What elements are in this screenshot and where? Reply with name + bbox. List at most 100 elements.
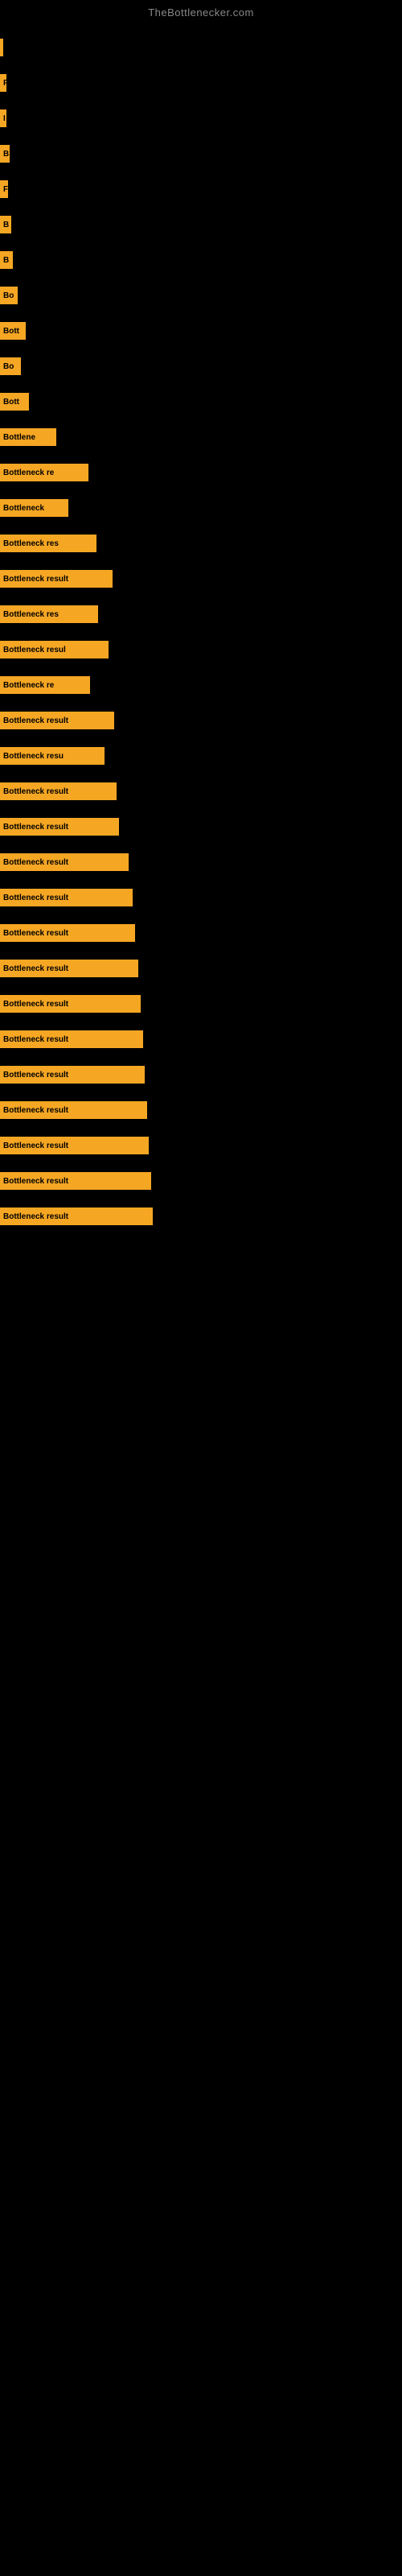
bar-label-22: Bottleneck result [3, 823, 68, 832]
bar-row: Bottleneck result [0, 1199, 402, 1234]
bar-label-28: Bottleneck result [3, 1035, 68, 1044]
bar-21: Bottleneck result [0, 782, 117, 800]
bar-row: Bottleneck resul [0, 632, 402, 667]
bar-label-32: Bottleneck result [3, 1177, 68, 1186]
bar-11: Bottlene [0, 428, 56, 446]
bar-row: Bottleneck re [0, 667, 402, 703]
bar-15: Bottleneck result [0, 570, 113, 588]
bar-row: B [0, 207, 402, 242]
bar-label-14: Bottleneck res [3, 539, 59, 548]
bar-20: Bottleneck resu [0, 747, 105, 765]
bar-label-9: Bo [3, 362, 14, 371]
bar-label-18: Bottleneck re [3, 681, 54, 690]
bar-4: F [0, 180, 8, 198]
bar-row: Bottleneck result [0, 561, 402, 597]
bar-row: I [0, 101, 402, 136]
bar-row: | [0, 30, 402, 65]
bar-row: Bo [0, 349, 402, 384]
bar-22: Bottleneck result [0, 818, 119, 836]
bar-row: Bottleneck result [0, 844, 402, 880]
bar-10: Bott [0, 393, 29, 411]
bar-row: Bottleneck result [0, 915, 402, 951]
bar-label-3: B [3, 150, 9, 159]
bar-5: B [0, 216, 11, 233]
bar-8: Bott [0, 322, 26, 340]
bar-row: Bottleneck result [0, 703, 402, 738]
bar-label-20: Bottleneck resu [3, 752, 64, 761]
bar-label-5: B [3, 221, 9, 229]
bar-28: Bottleneck result [0, 1030, 143, 1048]
bar-31: Bottleneck result [0, 1137, 149, 1154]
bar-label-26: Bottleneck result [3, 964, 68, 973]
bar-32: Bottleneck result [0, 1172, 151, 1190]
bar-33: Bottleneck result [0, 1208, 153, 1225]
bar-7: Bo [0, 287, 18, 304]
bar-27: Bottleneck result [0, 995, 141, 1013]
bar-30: Bottleneck result [0, 1101, 147, 1119]
bar-row: Bottleneck result [0, 1092, 402, 1128]
bar-0: | [0, 39, 3, 56]
bar-9: Bo [0, 357, 21, 375]
bar-row: F [0, 171, 402, 207]
bar-label-15: Bottleneck result [3, 575, 68, 584]
bar-row: B [0, 242, 402, 278]
bar-label-17: Bottleneck resul [3, 646, 66, 654]
bar-row: Bottleneck result [0, 1022, 402, 1057]
bar-row: Bottleneck result [0, 1163, 402, 1199]
bar-18: Bottleneck re [0, 676, 90, 694]
bar-19: Bottleneck result [0, 712, 114, 729]
bar-label-23: Bottleneck result [3, 858, 68, 867]
bar-25: Bottleneck result [0, 924, 135, 942]
bar-row: Bottleneck [0, 490, 402, 526]
bar-6: B [0, 251, 13, 269]
bar-12: Bottleneck re [0, 464, 88, 481]
bar-label-12: Bottleneck re [3, 469, 54, 477]
bar-label-25: Bottleneck result [3, 929, 68, 938]
bar-29: Bottleneck result [0, 1066, 145, 1084]
bar-label-16: Bottleneck res [3, 610, 59, 619]
bar-label-29: Bottleneck result [3, 1071, 68, 1080]
bar-label-24: Bottleneck result [3, 894, 68, 902]
bar-row: Bottleneck result [0, 1057, 402, 1092]
bar-14: Bottleneck res [0, 535, 96, 552]
bar-2: I [0, 109, 6, 127]
bar-row: F [0, 65, 402, 101]
bar-row: Bottleneck result [0, 809, 402, 844]
bar-row: Bottlene [0, 419, 402, 455]
bar-row: Bottleneck resu [0, 738, 402, 774]
bar-label-31: Bottleneck result [3, 1141, 68, 1150]
bar-row: Bott [0, 313, 402, 349]
bar-row: Bottleneck result [0, 774, 402, 809]
bar-row: Bott [0, 384, 402, 419]
bar-row: Bottleneck res [0, 597, 402, 632]
bar-row: Bottleneck result [0, 880, 402, 915]
bar-16: Bottleneck res [0, 605, 98, 623]
bar-label-21: Bottleneck result [3, 787, 68, 796]
bar-row: Bottleneck result [0, 951, 402, 986]
bar-label-7: Bo [3, 291, 14, 300]
bar-24: Bottleneck result [0, 889, 133, 906]
bar-label-1: F [3, 79, 6, 88]
bar-label-4: F [3, 185, 8, 194]
bar-label-8: Bott [3, 327, 19, 336]
bar-13: Bottleneck [0, 499, 68, 517]
site-title: TheBottlenecker.com [0, 0, 402, 22]
bar-row: B [0, 136, 402, 171]
bar-row: Bottleneck result [0, 986, 402, 1022]
bar-row: Bottleneck result [0, 1128, 402, 1163]
bar-row: Bo [0, 278, 402, 313]
bar-label-13: Bottleneck [3, 504, 44, 513]
bar-label-30: Bottleneck result [3, 1106, 68, 1115]
bar-label-10: Bott [3, 398, 19, 407]
bar-row: Bottleneck re [0, 455, 402, 490]
bar-row: Bottleneck res [0, 526, 402, 561]
bar-label-6: B [3, 256, 9, 265]
bar-label-11: Bottlene [3, 433, 35, 442]
bar-17: Bottleneck resul [0, 641, 109, 658]
bar-26: Bottleneck result [0, 960, 138, 977]
bars-container: | F I B F B B Bo Bott Bo Bott Bottlene Bottleneck re… [0, 22, 402, 1234]
bar-23: Bottleneck result [0, 853, 129, 871]
bar-label-2: I [3, 114, 6, 123]
bar-1: F [0, 74, 6, 92]
bar-label-33: Bottleneck result [3, 1212, 68, 1221]
